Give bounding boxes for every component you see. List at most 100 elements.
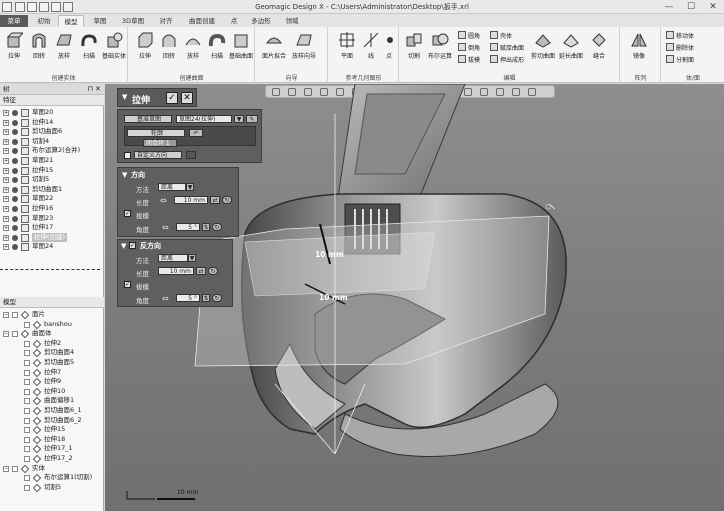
emboss-button[interactable]: 押出成形 <box>490 55 524 65</box>
refresh-icon[interactable]: ↻ <box>208 267 218 275</box>
expand-icon[interactable]: + <box>3 177 9 184</box>
visibility-checkbox[interactable] <box>12 465 18 472</box>
dimension-forward[interactable]: 10 mm <box>315 250 344 259</box>
visibility-checkbox[interactable] <box>24 475 30 482</box>
extrude-surface-button[interactable]: 拉伸 <box>133 31 157 67</box>
model-tree-item[interactable]: 拉伸18 <box>0 435 104 445</box>
refresh-icon[interactable]: ↻ <box>212 294 222 302</box>
close-button[interactable]: ✕ <box>702 0 724 14</box>
model-tree-item[interactable]: 剪切曲面5 <box>0 358 104 368</box>
model-tree-item[interactable]: 剪切曲面4 <box>0 348 104 358</box>
feature-tree-item[interactable]: + 草图20 <box>0 108 104 118</box>
tab-polygon[interactable]: 多边形 <box>246 15 276 27</box>
visibility-icon[interactable] <box>12 119 18 126</box>
contour-list[interactable]: 轮廓 ↶ 闭合环 1 <box>124 126 256 147</box>
expand-icon[interactable]: − <box>3 312 9 318</box>
edit-sketch-icon[interactable]: ✎ <box>246 115 258 123</box>
visibility-icon[interactable] <box>12 148 18 155</box>
direction-picker[interactable] <box>186 151 196 159</box>
expand-icon[interactable]: − <box>3 465 9 472</box>
visibility-icon[interactable] <box>12 157 18 164</box>
tab-file[interactable]: 菜单 <box>0 15 28 27</box>
length-input[interactable]: 10 mm <box>174 196 208 204</box>
custom-direction-checkbox[interactable] <box>124 152 131 159</box>
revolve-solid-button[interactable]: 回转 <box>27 31 51 67</box>
confirm-button[interactable]: ✓ <box>166 92 178 104</box>
feature-tree-item[interactable]: + 剪切曲面1 <box>0 185 104 195</box>
visibility-checkbox[interactable] <box>24 369 30 376</box>
delete-body-button[interactable]: 删除体 <box>666 43 694 53</box>
expand-icon[interactable]: + <box>3 148 9 155</box>
loft-surface-button[interactable]: 放样 <box>181 31 205 67</box>
model-tree-item[interactable]: 拉伸9 <box>0 377 104 387</box>
visibility-checkbox[interactable] <box>24 359 30 366</box>
model-tree-item[interactable]: 拉伸17_1 <box>0 444 104 454</box>
model-tree-item[interactable]: 拉伸15 <box>0 425 104 435</box>
tab-initial[interactable]: 初始 <box>32 15 56 27</box>
feature-tree-item[interactable]: + 布尔运算2(合并) <box>0 146 104 156</box>
visibility-checkbox[interactable] <box>12 312 18 318</box>
model-tree-item[interactable]: 拉伸7 <box>0 368 104 378</box>
visibility-icon[interactable] <box>12 196 18 203</box>
visibility-icon[interactable] <box>12 234 18 241</box>
feature-tree-item[interactable]: + 草图22 <box>0 194 104 204</box>
feature-tree-item[interactable]: + 拉伸(创建) <box>0 232 104 243</box>
reverse-method-select[interactable]: 距离 <box>158 254 188 262</box>
base-solid-button[interactable]: 基础实体 <box>100 31 128 67</box>
feature-tree-item[interactable]: + 拉伸16 <box>0 204 104 214</box>
model-tree-item[interactable]: − 面片 <box>0 310 104 320</box>
visibility-icon[interactable] <box>12 205 18 212</box>
plane-button[interactable]: 平面 <box>335 31 359 67</box>
extrude-solid-button[interactable]: 拉伸 <box>2 31 26 67</box>
move-body-button[interactable]: 移动体 <box>666 31 694 41</box>
model-tree-item[interactable]: banshou <box>0 320 104 330</box>
tab-3d-sketch[interactable]: 3D草图 <box>116 15 150 27</box>
sweep-solid-button[interactable]: 扫描 <box>77 31 101 67</box>
angle-input[interactable]: 5 ° <box>176 223 200 231</box>
dropdown-arrow-icon[interactable]: ▼ <box>186 183 194 191</box>
flip-direction-icon[interactable]: ⇄ <box>196 267 206 275</box>
visibility-icon[interactable] <box>12 138 18 145</box>
maximize-button[interactable]: ☐ <box>680 0 702 14</box>
rollback-bar[interactable] <box>0 269 100 270</box>
visibility-icon[interactable] <box>12 129 18 136</box>
dimension-reverse[interactable]: 10 mm <box>319 293 348 302</box>
collapse-icon[interactable]: ▼ <box>122 171 127 179</box>
visibility-icon[interactable] <box>12 244 18 251</box>
expand-icon[interactable]: + <box>3 138 9 145</box>
sweep-surface-button[interactable]: 扫描 <box>205 31 229 67</box>
dropdown-arrow-icon[interactable]: ▼ <box>188 254 196 262</box>
collapse-icon[interactable]: ▼ <box>122 93 127 101</box>
base-sketch-select[interactable]: 草图24(拉伸) <box>176 115 232 123</box>
visibility-checkbox[interactable] <box>24 484 30 491</box>
loft-wizard-button[interactable]: 放样向导 <box>290 31 318 67</box>
reverse-direction-checkbox[interactable]: ✓ <box>129 242 136 249</box>
draft-button[interactable]: 拔模 <box>458 55 480 65</box>
feature-tree-item[interactable]: + 拉伸17 <box>0 223 104 233</box>
expand-icon[interactable]: + <box>3 119 9 126</box>
feature-tree-item[interactable]: + 草图23 <box>0 214 104 224</box>
refresh-icon[interactable]: ↻ <box>212 223 222 231</box>
tab-sketch[interactable]: 草图 <box>88 15 112 27</box>
visibility-checkbox[interactable] <box>24 398 30 405</box>
feature-tree-item[interactable]: + 草图21 <box>0 156 104 166</box>
visibility-checkbox[interactable] <box>24 417 30 424</box>
flip-direction-icon[interactable]: ⇄ <box>210 196 220 204</box>
model-tree-item[interactable]: 曲面偏移1 <box>0 396 104 406</box>
visibility-icon[interactable] <box>12 167 18 174</box>
tab-region[interactable]: 领域 <box>280 15 304 27</box>
split-face-button[interactable]: 分割面 <box>666 55 694 65</box>
visibility-checkbox[interactable] <box>24 321 30 328</box>
visibility-checkbox[interactable] <box>12 331 18 338</box>
reverse-angle-input[interactable]: 5 ° <box>176 294 200 302</box>
mesh-fit-button[interactable]: 面片拟合 <box>260 31 288 67</box>
minimize-button[interactable]: — <box>658 0 680 14</box>
loft-solid-button[interactable]: 放样 <box>52 31 76 67</box>
extend-surface-button[interactable]: 延长曲面 <box>558 31 584 67</box>
fillet-button[interactable]: 圆角 <box>458 31 480 41</box>
draft-checkbox[interactable]: ✓ <box>124 210 131 217</box>
expand-icon[interactable]: + <box>3 196 9 203</box>
feature-tree-item[interactable]: + 草图24 <box>0 242 104 252</box>
expand-icon[interactable]: + <box>3 225 9 232</box>
visibility-checkbox[interactable] <box>24 350 30 357</box>
